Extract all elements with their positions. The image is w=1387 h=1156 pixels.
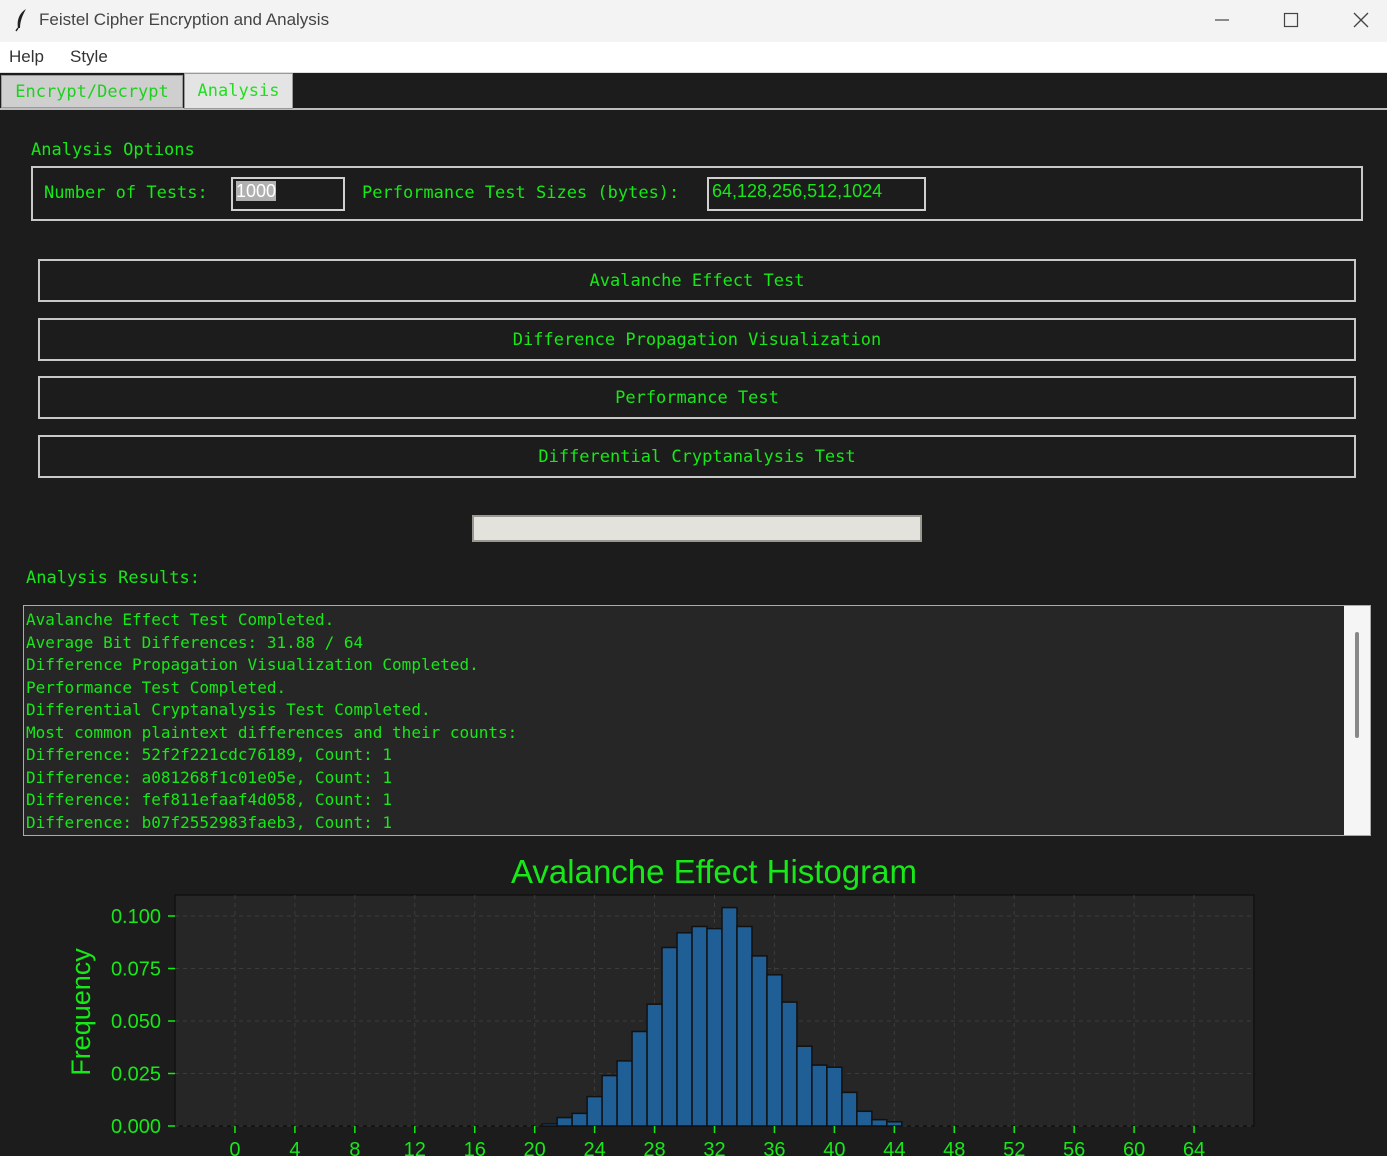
result-line: Average Bit Differences: 31.88 / 64 bbox=[26, 632, 364, 652]
histogram-bar bbox=[871, 1118, 888, 1127]
x-tick-label: 12 bbox=[404, 1139, 426, 1156]
maximize-icon bbox=[1283, 12, 1299, 28]
y-tick-label: 0.000 bbox=[111, 1116, 161, 1138]
x-tick-label: 0 bbox=[229, 1139, 240, 1156]
performance-test-button[interactable]: Performance Test bbox=[38, 376, 1356, 419]
histogram-bar bbox=[691, 925, 708, 1127]
histogram-bar bbox=[856, 1110, 873, 1127]
x-tick-label: 60 bbox=[1123, 1139, 1145, 1156]
x-tick-label: 32 bbox=[703, 1139, 725, 1156]
result-line: Difference Propagation Visualization Com… bbox=[26, 655, 479, 674]
close-icon bbox=[1353, 12, 1369, 28]
feather-icon bbox=[15, 9, 26, 32]
num-tests-label: Number of Tests: bbox=[44, 183, 208, 203]
y-tick-label: 0.050 bbox=[111, 1011, 161, 1033]
title-bar: Feistel Cipher Encryption and Analysis bbox=[0, 0, 1387, 42]
histogram-bar bbox=[541, 1123, 558, 1127]
analysis-options-frame: Number of Tests: 1000 Performance Test S… bbox=[31, 166, 1363, 221]
x-tick-label: 44 bbox=[883, 1139, 905, 1156]
y-axis: 0.000 0.025 0.050 0.075 0.100 bbox=[111, 906, 175, 1138]
menu-help[interactable]: Help bbox=[9, 47, 44, 67]
histogram-bar bbox=[886, 1121, 903, 1127]
maximize-button[interactable] bbox=[1256, 0, 1326, 40]
y-tick-label: 0.100 bbox=[111, 906, 161, 928]
histogram-bar bbox=[661, 946, 678, 1127]
y-tick-label: 0.025 bbox=[111, 1064, 161, 1086]
differential-test-button[interactable]: Differential Cryptanalysis Test bbox=[38, 435, 1356, 478]
analysis-results-label: Analysis Results: bbox=[26, 568, 200, 588]
histogram-bar bbox=[841, 1091, 858, 1127]
histogram-bar bbox=[556, 1116, 573, 1127]
x-tick-label: 4 bbox=[289, 1139, 300, 1156]
histogram-bar bbox=[676, 932, 693, 1127]
result-line: Difference: a081268f1c01e05e, Count: 1 bbox=[26, 767, 393, 787]
histogram-bar bbox=[631, 1030, 648, 1127]
histogram-bar bbox=[601, 1074, 618, 1127]
x-tick-label: 56 bbox=[1063, 1139, 1085, 1156]
x-axis: 0 4 8 12 16 20 24 28 32 36 40 44 48 52 56 60 64 bbox=[229, 1126, 1205, 1156]
result-line: Most common plaintext differences and th… bbox=[26, 722, 518, 742]
histogram-bar bbox=[766, 974, 783, 1127]
x-tick-label: 16 bbox=[464, 1139, 486, 1156]
x-tick-label: 52 bbox=[1003, 1139, 1025, 1156]
x-tick-label: 48 bbox=[943, 1139, 965, 1156]
diff-propagation-button[interactable]: Difference Propagation Visualization bbox=[38, 318, 1356, 361]
x-tick-label: 24 bbox=[583, 1139, 605, 1156]
histogram-bar bbox=[721, 906, 738, 1127]
x-tick-label: 28 bbox=[643, 1139, 665, 1156]
perf-sizes-input[interactable]: 64,128,256,512,1024 bbox=[707, 177, 926, 211]
histogram-bar bbox=[586, 1095, 603, 1127]
progress-bar bbox=[472, 515, 922, 542]
histogram-bar bbox=[646, 1003, 663, 1127]
analysis-panel: Analysis Options Number of Tests: 1000 P… bbox=[0, 110, 1387, 1156]
tab-analysis[interactable]: Analysis bbox=[184, 73, 293, 109]
tab-encrypt-decrypt[interactable]: Encrypt/Decrypt bbox=[1, 75, 183, 108]
num-tests-input[interactable]: 1000 bbox=[231, 177, 345, 211]
num-tests-value: 1000 bbox=[236, 181, 277, 201]
x-tick-label: 64 bbox=[1183, 1139, 1205, 1156]
histogram-bar bbox=[826, 1066, 843, 1127]
histogram-bar bbox=[751, 955, 768, 1127]
avalanche-test-button[interactable]: Avalanche Effect Test bbox=[38, 259, 1356, 302]
results-text: Avalanche Effect Test Completed. Average … bbox=[26, 609, 517, 834]
x-tick-label: 8 bbox=[349, 1139, 360, 1156]
histogram-bar bbox=[781, 1001, 798, 1127]
result-line: Difference: fef811efaaf4d058, Count: 1 bbox=[26, 790, 393, 809]
minimize-icon bbox=[1215, 19, 1229, 21]
perf-sizes-label: Performance Test Sizes (bytes): bbox=[362, 183, 680, 203]
histogram-bar bbox=[811, 1064, 828, 1127]
result-line: Avalanche Effect Test Completed. bbox=[26, 610, 335, 629]
result-line: Differential Cryptanalysis Test Complete… bbox=[26, 700, 431, 719]
menu-bar: Help Style bbox=[0, 42, 1387, 73]
result-line: Difference: b07f2552983faeb3, Count: 1 bbox=[26, 812, 393, 832]
analysis-options-label: Analysis Options bbox=[31, 140, 195, 160]
histogram-bar bbox=[796, 1045, 813, 1127]
histogram-bar bbox=[736, 925, 753, 1127]
results-scrollbar[interactable] bbox=[1344, 606, 1370, 835]
chart-title: Avalanche Effect Histogram bbox=[511, 853, 917, 890]
tab-strip: Encrypt/Decrypt Analysis bbox=[0, 73, 1387, 110]
window-title: Feistel Cipher Encryption and Analysis bbox=[39, 10, 330, 29]
histogram-bar bbox=[706, 927, 723, 1127]
y-axis-label: Frequency bbox=[66, 948, 96, 1076]
x-tick-label: 40 bbox=[823, 1139, 845, 1156]
avalanche-histogram: Avalanche Effect Histogram 0 4 8 12 16 20 24 28… bbox=[66, 853, 1255, 1156]
histogram-bar bbox=[616, 1060, 633, 1127]
minimize-button[interactable] bbox=[1187, 0, 1257, 40]
histogram-bar bbox=[571, 1112, 588, 1127]
y-tick-label: 0.075 bbox=[111, 959, 161, 981]
x-tick-label: 36 bbox=[763, 1139, 785, 1156]
menu-style[interactable]: Style bbox=[70, 47, 108, 67]
results-textbox[interactable]: Avalanche Effect Test Completed. Average … bbox=[23, 605, 1371, 836]
result-line: Performance Test Completed. bbox=[26, 677, 287, 697]
x-tick-label: 20 bbox=[524, 1139, 546, 1156]
scrollbar-thumb[interactable] bbox=[1355, 632, 1359, 738]
result-line: Difference: 52f2f221cdc76189, Count: 1 bbox=[26, 745, 393, 764]
close-button[interactable] bbox=[1326, 0, 1387, 40]
